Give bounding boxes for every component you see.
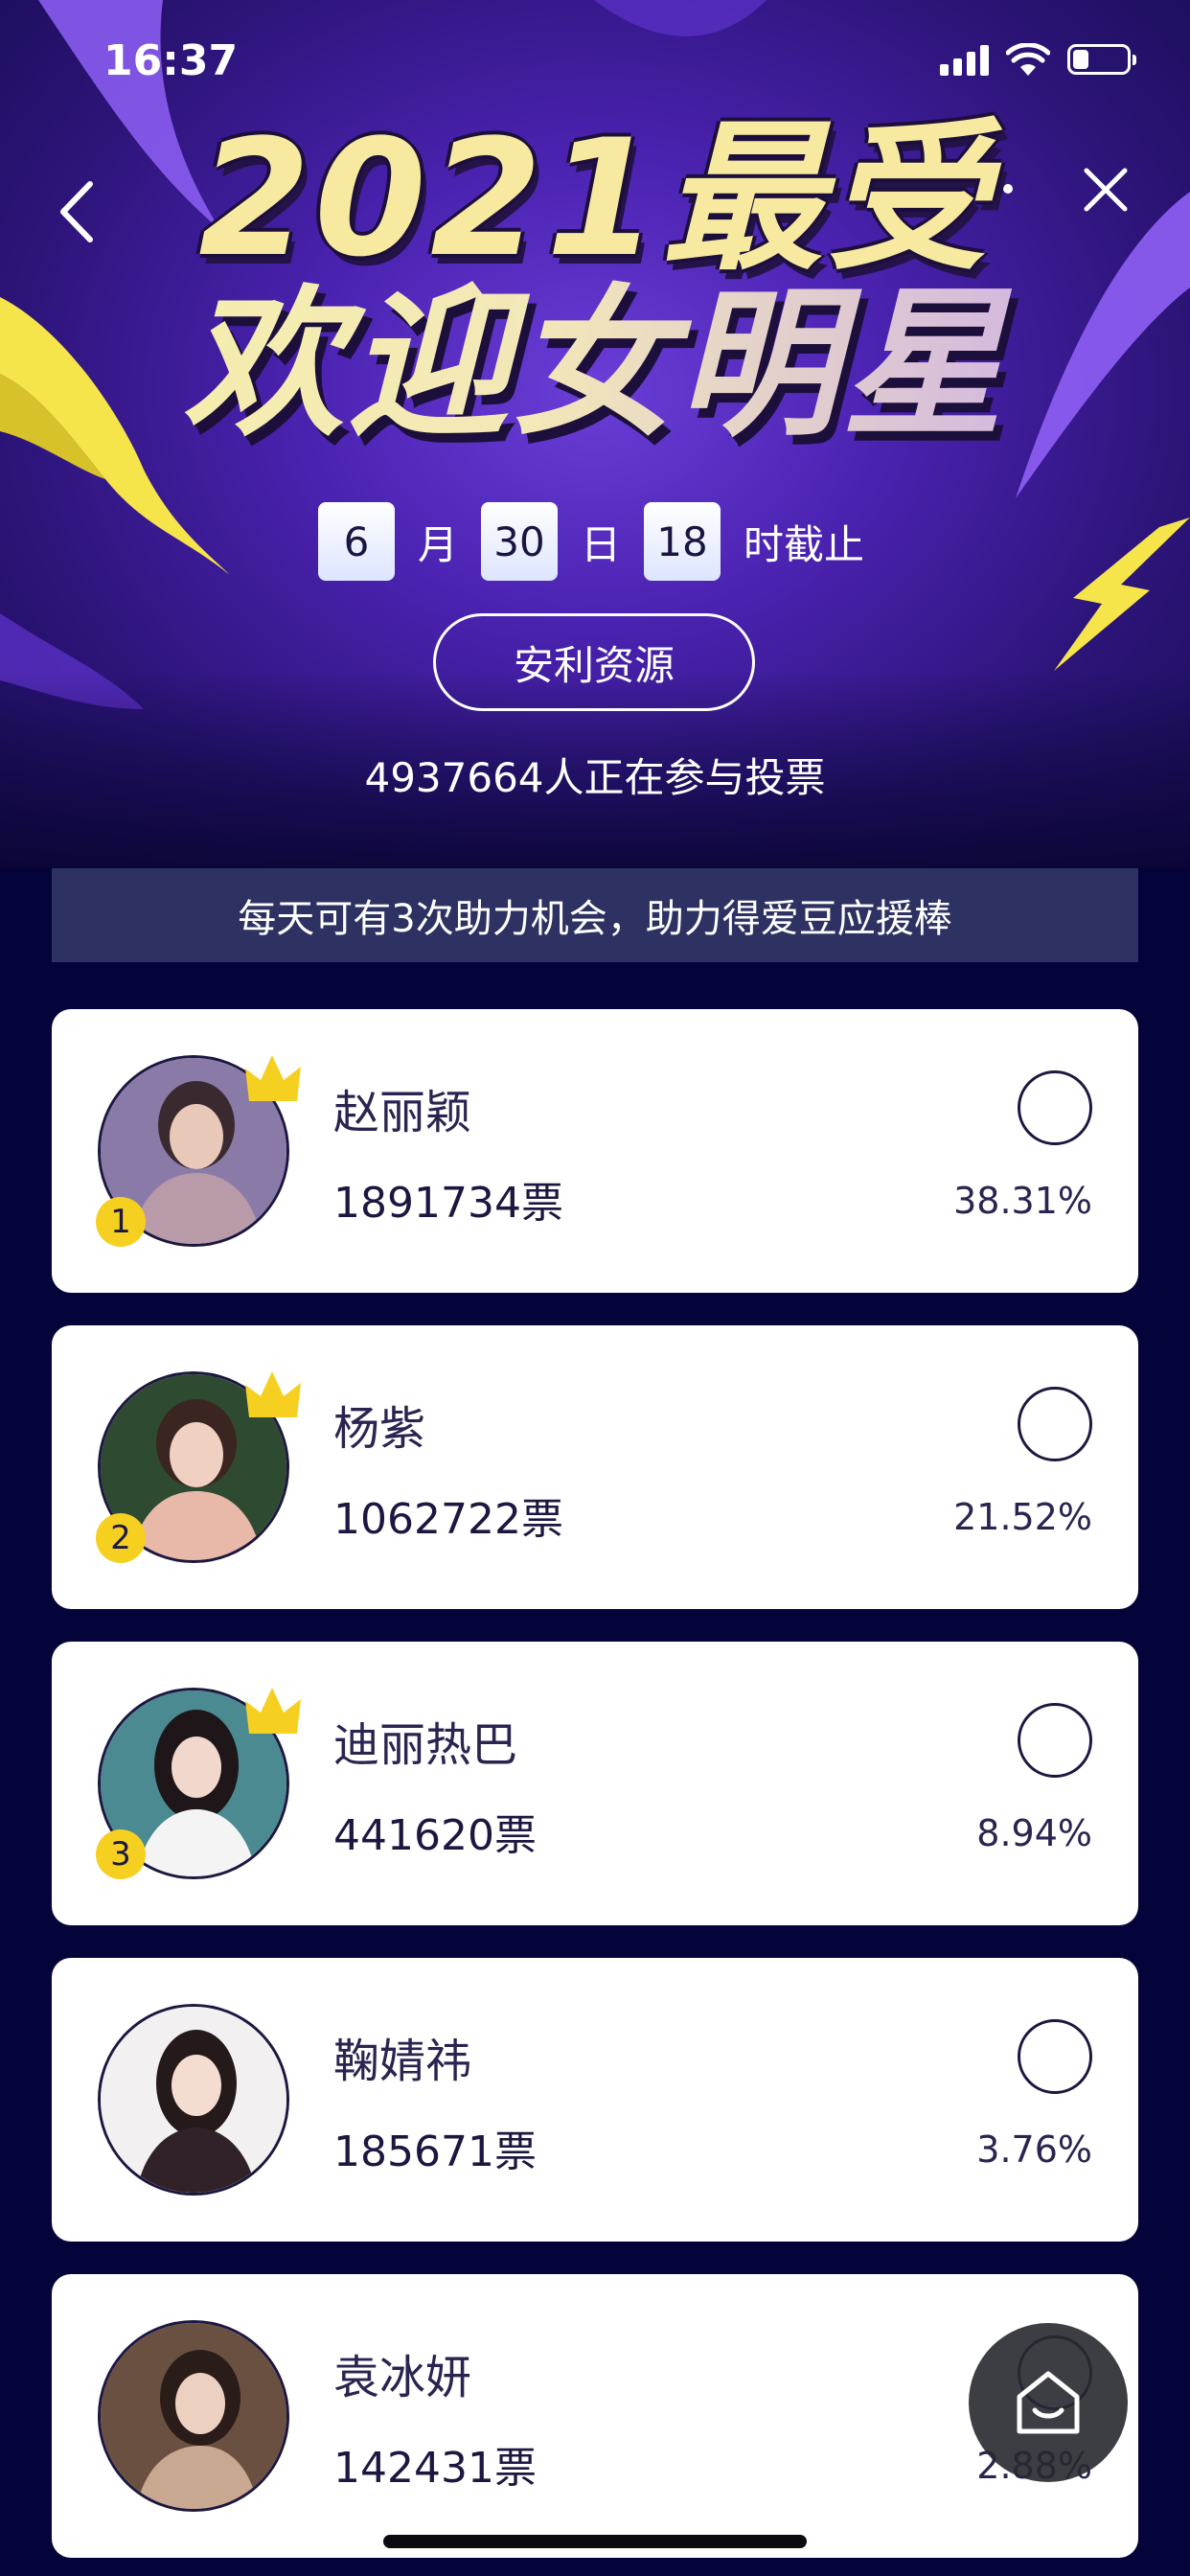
day-unit: 日 [580, 520, 621, 568]
hero-banner: 16:37 2021最受 欢迎女明星 6 月 30 日 18 时截止 安利资源 … [0, 0, 1190, 867]
page-title-line2: 欢迎女明星 [0, 273, 1190, 455]
candidate-card[interactable]: 3 迪丽热巴 441620票 8.94% [52, 1642, 1138, 1925]
candidate-name: 袁冰妍 [333, 2351, 472, 2404]
deadline-hour: 18 [644, 502, 721, 581]
notice-bar: 每天可有3次助力机会，助力得爱豆应援棒 [52, 868, 1138, 962]
screen: 16:37 2021最受 欢迎女明星 6 月 30 日 18 时截止 安利资源 … [0, 0, 1190, 2576]
avatar-photo [101, 2323, 286, 2509]
candidate-votes: 1062722票 [333, 1495, 563, 1544]
rank-badge: 3 [96, 1829, 146, 1879]
crown-icon [245, 1688, 301, 1734]
candidate-card[interactable]: 鞠婧祎 185671票 3.76% [52, 1958, 1138, 2242]
battery-icon [1067, 44, 1136, 75]
candidate-name: 鞠婧祎 [333, 2035, 472, 2088]
vote-radio[interactable] [1018, 2019, 1092, 2094]
candidate-percent: 21.52% [953, 1496, 1092, 1538]
avatar-wrapper: 2 [96, 1371, 301, 1563]
rank-badge: 2 [96, 1513, 146, 1563]
avatar-wrapper: 3 [96, 1688, 301, 1879]
candidate-votes: 142431票 [333, 2444, 537, 2493]
candidate-votes: 441620票 [333, 1811, 537, 1860]
candidate-percent: 38.31% [953, 1180, 1092, 1222]
avatar-wrapper: 1 [96, 1055, 301, 1247]
resource-button[interactable]: 安利资源 [433, 613, 755, 711]
status-icons [940, 43, 1136, 76]
battery-level [1073, 50, 1089, 69]
home-indicator[interactable] [383, 2535, 807, 2548]
avatar[interactable] [98, 2004, 289, 2196]
candidate-name: 迪丽热巴 [333, 1718, 518, 1772]
deadline-day: 30 [480, 502, 558, 581]
rank-badge: 1 [96, 1197, 146, 1247]
candidate-card[interactable]: 1 赵丽颖 1891734票 38.31% [52, 1009, 1138, 1293]
candidate-percent: 3.76% [976, 2128, 1092, 2171]
wifi-icon [1006, 43, 1050, 76]
month-unit: 月 [417, 520, 458, 568]
crown-icon [245, 1371, 301, 1417]
avatar[interactable] [98, 2320, 289, 2512]
signal-icon [940, 43, 989, 76]
vote-radio[interactable] [1018, 1070, 1092, 1145]
status-time: 16:37 [103, 36, 239, 85]
deadline-month: 6 [317, 502, 395, 581]
candidate-percent: 8.94% [976, 1812, 1092, 1854]
page-title-line1: 2021最受 [198, 104, 992, 292]
avatar-wrapper [98, 2004, 289, 2196]
avatar-wrapper [98, 2320, 289, 2512]
deadline-row: 6 月 30 日 18 时截止 [0, 502, 1190, 581]
candidate-name: 杨紫 [333, 1402, 426, 1456]
floating-home-button[interactable] [969, 2323, 1128, 2482]
candidate-name: 赵丽颖 [333, 1086, 472, 1139]
home-icon [1017, 2371, 1080, 2434]
candidate-votes: 1891734票 [333, 1179, 563, 1228]
hour-suffix: 时截止 [744, 520, 865, 568]
candidate-votes: 185671票 [333, 2128, 537, 2176]
avatar-photo [101, 2007, 286, 2193]
vote-radio[interactable] [1018, 1387, 1092, 1461]
vote-radio[interactable] [1018, 1703, 1092, 1778]
participants-count: 4937664人正在参与投票 [364, 754, 826, 801]
crown-icon [245, 1055, 301, 1101]
candidate-card[interactable]: 2 杨紫 1062722票 21.52% [52, 1325, 1138, 1609]
